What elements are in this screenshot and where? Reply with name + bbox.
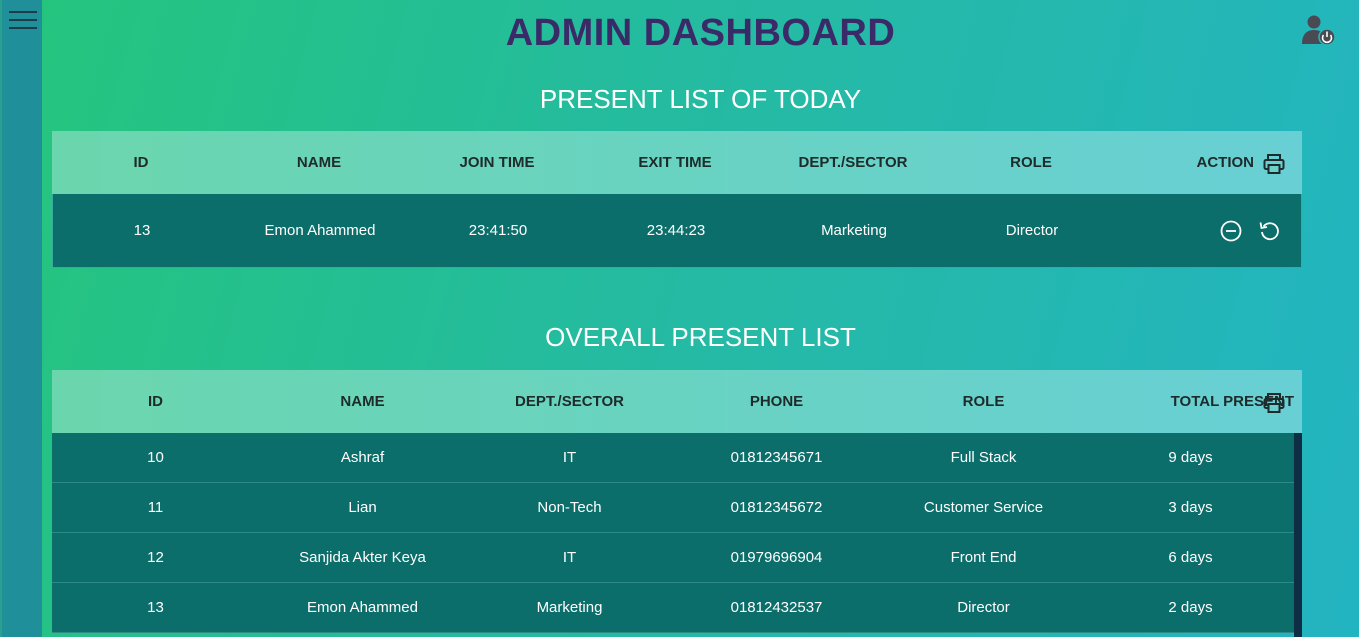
cell-phone: 01979696904 <box>730 549 823 566</box>
cell-id: 10 <box>147 449 164 466</box>
col-header: ROLE <box>1010 154 1052 171</box>
cell-dept: Marketing <box>536 599 603 616</box>
cell-name: Emon Ahammed <box>307 599 418 616</box>
table-row: 11 Lian Non-Tech 01812345672 Customer Se… <box>52 483 1302 533</box>
cell-name: Sanjida Akter Keya <box>299 549 426 566</box>
today-present-table: ID NAME JOIN TIME EXIT TIME DEPT./SECTOR… <box>52 131 1302 268</box>
cell-id: 12 <box>147 549 164 566</box>
cell-role: Director <box>1005 222 1059 239</box>
hamburger-menu-icon[interactable] <box>9 10 39 32</box>
cell-total-present: 2 days <box>1168 599 1213 616</box>
cell-join-time: 23:41:50 <box>468 222 528 239</box>
col-header: ROLE <box>962 393 1005 410</box>
col-header: EXIT TIME <box>638 154 712 171</box>
overall-table-header: ID NAME DEPT./SECTOR PHONE ROLE TOTAL PR… <box>52 370 1302 433</box>
cell-id: 13 <box>147 599 164 616</box>
cell-total-present: 3 days <box>1168 499 1213 516</box>
cell-phone: 01812432537 <box>730 599 823 616</box>
cell-id: 13 <box>133 222 151 239</box>
cell-role: Full Stack <box>950 449 1017 466</box>
table-row: 10 Ashraf IT 01812345671 Full Stack 9 da… <box>52 433 1302 483</box>
cell-dept: IT <box>562 549 577 566</box>
printer-icon[interactable] <box>1263 392 1285 414</box>
col-header: JOIN TIME <box>459 154 535 171</box>
minus-circle-icon[interactable] <box>1219 219 1243 243</box>
cell-exit-time: 23:44:23 <box>646 222 706 239</box>
cell-total-present: 6 days <box>1168 549 1213 566</box>
admin-user-icon[interactable] <box>1301 14 1337 46</box>
cell-phone: 01812345671 <box>730 449 823 466</box>
table-row: 13 Emon Ahammed Marketing 01812432537 Di… <box>52 583 1302 633</box>
today-section-title: PRESENT LIST OF TODAY <box>539 84 862 114</box>
cell-name: Lian <box>348 499 377 516</box>
col-header: ID <box>148 393 163 410</box>
cell-name: Emon Ahammed <box>264 222 376 239</box>
table-row: 12 Sanjida Akter Keya IT 01979696904 Fro… <box>52 533 1302 583</box>
today-table-header: ID NAME JOIN TIME EXIT TIME DEPT./SECTOR… <box>52 131 1302 194</box>
col-header: NAME <box>296 154 342 171</box>
overall-present-table: ID NAME DEPT./SECTOR PHONE ROLE TOTAL PR… <box>52 370 1302 637</box>
col-header: PHONE <box>749 393 804 410</box>
cell-total-present: 9 days <box>1168 449 1213 466</box>
col-header: DEPT./SECTOR <box>515 393 624 410</box>
printer-icon[interactable] <box>1263 153 1285 175</box>
action-cell <box>1121 219 1299 243</box>
cell-role: Director <box>957 599 1010 616</box>
cell-name: Ashraf <box>340 449 385 466</box>
overall-table-body[interactable]: 10 Ashraf IT 01812345671 Full Stack 9 da… <box>52 433 1302 637</box>
cell-dept: IT <box>562 449 577 466</box>
table-row: 13 Emon Ahammed 23:41:50 23:44:23 Market… <box>52 194 1302 268</box>
cell-dept: Marketing <box>821 222 887 239</box>
sidebar <box>0 0 42 637</box>
cell-role: Customer Service <box>923 499 1044 516</box>
col-header: DEPT./SECTOR <box>798 154 908 171</box>
overall-section-title: OVERALL PRESENT LIST <box>545 322 856 352</box>
col-header: ID <box>133 154 149 171</box>
undo-icon[interactable] <box>1257 219 1281 243</box>
col-header: NAME <box>340 393 385 410</box>
page-title: ADMIN DASHBOARD <box>505 12 896 54</box>
cell-role: Front End <box>950 549 1017 566</box>
cell-dept: Non-Tech <box>537 499 602 516</box>
cell-id: 11 <box>147 499 164 516</box>
cell-phone: 01812345672 <box>730 499 823 516</box>
table-scrollbar[interactable] <box>1294 433 1302 637</box>
